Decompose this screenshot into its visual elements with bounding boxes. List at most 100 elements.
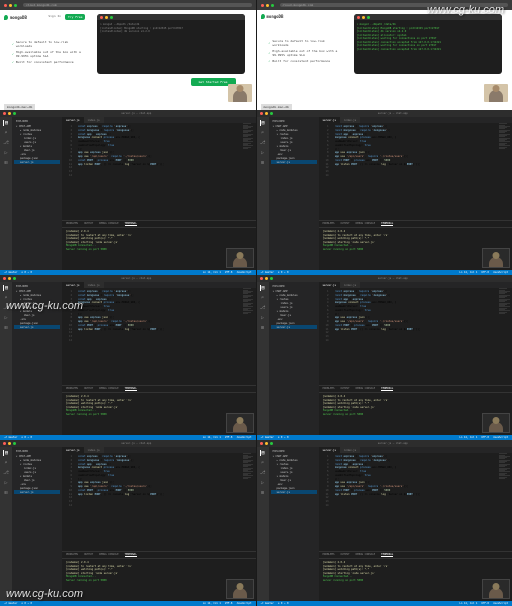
debug-icon[interactable]: ▷	[3, 315, 9, 321]
minimize-icon[interactable]	[265, 277, 268, 280]
debug-icon[interactable]: ▷	[260, 150, 266, 156]
terminal-tab[interactable]: DEBUG CONSOLE	[99, 553, 119, 557]
tree-item[interactable]: server.js	[271, 160, 317, 164]
cursor-position[interactable]: Ln 14, Col 1	[203, 602, 221, 605]
terminal-tab[interactable]: TERMINAL	[125, 222, 137, 226]
explorer-icon[interactable]: ▤	[260, 120, 266, 126]
code-editor[interactable]: 1234567891011121314 const express = requ…	[319, 288, 512, 385]
language-mode[interactable]: JavaScript	[236, 271, 251, 274]
terminal-overlay[interactable]: > mongod --dbpath /data/db [initandliste…	[97, 14, 245, 74]
encoding[interactable]: UTF-8	[225, 436, 233, 439]
minimize-icon[interactable]	[8, 442, 11, 445]
problems-count[interactable]: ⊘ 0 ⚠ 0	[278, 602, 289, 605]
extensions-icon[interactable]: ⊞	[260, 160, 266, 166]
debug-icon[interactable]: ▷	[260, 480, 266, 486]
maximize-icon[interactable]	[14, 4, 17, 7]
terminal-tab[interactable]: PROBLEMS	[66, 553, 78, 557]
tree-item[interactable]: server.js	[14, 490, 60, 494]
minimap[interactable]	[242, 453, 256, 551]
debug-icon[interactable]: ▷	[3, 480, 9, 486]
language-mode[interactable]: JavaScript	[493, 271, 508, 274]
maximize-icon[interactable]	[13, 112, 16, 115]
terminal-tab[interactable]: DEBUG CONSOLE	[99, 222, 119, 226]
tree-item[interactable]: server.js	[14, 325, 60, 329]
minimize-icon[interactable]	[9, 4, 12, 7]
search-icon[interactable]: ⌕	[3, 130, 9, 136]
git-branch[interactable]: ⎇ master	[4, 602, 17, 605]
close-icon[interactable]	[3, 112, 6, 115]
minimap[interactable]	[498, 288, 512, 385]
language-mode[interactable]: JavaScript	[493, 602, 508, 605]
close-icon[interactable]	[3, 442, 6, 445]
explorer-icon[interactable]: ▤	[3, 285, 9, 291]
git-icon[interactable]: ⎇	[260, 305, 266, 311]
terminal-tab[interactable]: TERMINAL	[125, 553, 137, 557]
terminal-overlay[interactable]: > mongod --dbpath /data/db [initandliste…	[354, 14, 502, 74]
maximize-icon[interactable]	[270, 112, 273, 115]
git-icon[interactable]: ⎇	[260, 470, 266, 476]
close-icon[interactable]	[260, 112, 263, 115]
code-editor[interactable]: 1234567891011121314 const express = requ…	[319, 453, 512, 551]
maximize-icon[interactable]	[270, 277, 273, 280]
terminal-tab[interactable]: TERMINAL	[381, 553, 393, 557]
terminal-tab[interactable]: PROBLEMS	[66, 222, 78, 226]
minimize-icon[interactable]	[8, 277, 11, 280]
minimize-icon[interactable]	[265, 112, 268, 115]
language-mode[interactable]: JavaScript	[236, 436, 251, 439]
explorer-icon[interactable]: ▤	[260, 450, 266, 456]
encoding[interactable]: UTF-8	[481, 271, 489, 274]
close-icon[interactable]	[260, 277, 263, 280]
encoding[interactable]: UTF-8	[481, 436, 489, 439]
encoding[interactable]: UTF-8	[225, 602, 233, 605]
debug-icon[interactable]: ▷	[3, 150, 9, 156]
search-icon[interactable]: ⌕	[260, 130, 266, 136]
git-icon[interactable]: ⎇	[3, 305, 9, 311]
git-branch[interactable]: ⎇ master	[261, 271, 274, 274]
search-icon[interactable]: ⌕	[3, 460, 9, 466]
close-icon[interactable]	[261, 4, 264, 7]
git-branch[interactable]: ⎇ master	[261, 436, 274, 439]
url-bar[interactable]: cloud.mongodb.com	[23, 3, 252, 7]
git-icon[interactable]: ⎇	[260, 140, 266, 146]
git-branch[interactable]: ⎇ master	[4, 271, 17, 274]
terminal-tab[interactable]: PROBLEMS	[323, 387, 335, 391]
terminal-tab[interactable]: OUTPUT	[341, 553, 350, 557]
extensions-icon[interactable]: ⊞	[3, 490, 9, 496]
tree-item[interactable]: server.js	[271, 325, 317, 329]
debug-icon[interactable]: ▷	[260, 315, 266, 321]
code-editor[interactable]: 1234567891011121314 const express = requ…	[62, 453, 256, 551]
git-icon[interactable]: ⎇	[3, 470, 9, 476]
cursor-position[interactable]: Ln 14, Col 1	[459, 602, 477, 605]
extensions-icon[interactable]: ⊞	[3, 160, 9, 166]
maximize-icon[interactable]	[13, 277, 16, 280]
search-icon[interactable]: ⌕	[3, 295, 9, 301]
terminal-tab[interactable]: DEBUG CONSOLE	[356, 387, 376, 391]
terminal-tab[interactable]: PROBLEMS	[323, 553, 335, 557]
minimap[interactable]	[498, 123, 512, 220]
problems-count[interactable]: ⊘ 0 ⚠ 0	[21, 271, 32, 274]
language-mode[interactable]: JavaScript	[493, 436, 508, 439]
search-icon[interactable]: ⌕	[260, 460, 266, 466]
code-editor[interactable]: 1234567891011121314 const express = requ…	[62, 288, 256, 385]
explorer-icon[interactable]: ▤	[3, 120, 9, 126]
minimap[interactable]	[242, 123, 256, 220]
cursor-position[interactable]: Ln 14, Col 1	[203, 436, 221, 439]
terminal-tab[interactable]: OUTPUT	[341, 222, 350, 226]
maximize-icon[interactable]	[13, 442, 16, 445]
terminal-tab[interactable]: TERMINAL	[381, 222, 393, 226]
terminal-tab[interactable]: PROBLEMS	[323, 222, 335, 226]
terminal-tab[interactable]: OUTPUT	[84, 387, 93, 391]
encoding[interactable]: UTF-8	[481, 602, 489, 605]
problems-count[interactable]: ⊘ 0 ⚠ 0	[278, 271, 289, 274]
terminal-tab[interactable]: OUTPUT	[341, 387, 350, 391]
terminal-tab[interactable]: DEBUG CONSOLE	[99, 387, 119, 391]
problems-count[interactable]: ⊘ 0 ⚠ 0	[21, 436, 32, 439]
extensions-icon[interactable]: ⊞	[260, 490, 266, 496]
encoding[interactable]: UTF-8	[225, 271, 233, 274]
explorer-icon[interactable]: ▤	[260, 285, 266, 291]
extensions-icon[interactable]: ⊞	[3, 325, 9, 331]
minimize-icon[interactable]	[266, 4, 269, 7]
problems-count[interactable]: ⊘ 0 ⚠ 0	[278, 436, 289, 439]
nav-signin[interactable]: Sign In	[48, 14, 61, 20]
terminal-tab[interactable]: DEBUG CONSOLE	[356, 553, 376, 557]
